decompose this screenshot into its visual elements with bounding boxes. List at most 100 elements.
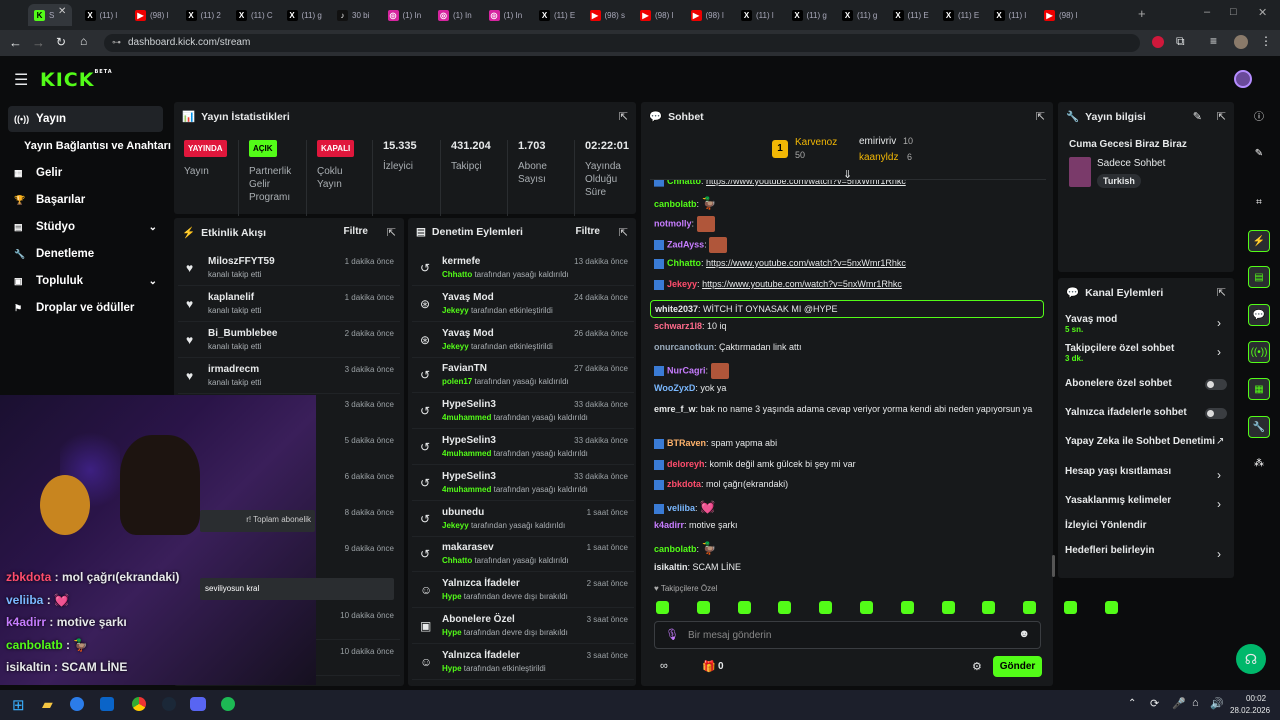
action-label[interactable]: Takipçilere özel sohbet: [1065, 343, 1174, 354]
file-explorer-icon[interactable]: ▰: [42, 696, 53, 713]
emote-icon[interactable]: [819, 601, 833, 614]
sidebar-item-4[interactable]: 🏆 Başarılar: [8, 187, 163, 213]
info-icon[interactable]: ⓘ: [1248, 107, 1270, 129]
mic-tray-icon[interactable]: 🎤: [1172, 697, 1186, 710]
broadcast-icon[interactable]: ((•)): [1248, 341, 1270, 363]
tab-close-icon[interactable]: ✕: [58, 6, 66, 17]
browser-tab[interactable]: ▶ (98) l: [129, 4, 177, 26]
address-input[interactable]: dashboard.kick.com/stream: [104, 34, 1140, 52]
spotify-icon[interactable]: [221, 697, 235, 711]
emote-icon[interactable]: [1064, 601, 1077, 614]
chrome-icon[interactable]: [132, 697, 146, 711]
layout-icon[interactable]: ▦: [1248, 378, 1270, 400]
chat-username[interactable]: canbolatb: [654, 544, 697, 554]
mic-icon[interactable]: 🎙: [665, 628, 679, 641]
chat-input[interactable]: 🎙 Bir mesaj gönderin ☻: [654, 621, 1041, 649]
browser-tab[interactable]: X (11) E: [533, 4, 581, 26]
action-label[interactable]: Yasaklanmış kelimeler: [1065, 495, 1171, 506]
emote-icon[interactable]: [656, 601, 669, 614]
sidebar-item-8[interactable]: ⚑ Droplar ve ödüller: [8, 295, 163, 321]
moderation-target[interactable]: Yavaş Mod: [442, 328, 494, 339]
browser-tab[interactable]: X (11) g: [836, 4, 884, 26]
emote-icon[interactable]: [982, 601, 996, 614]
browser-tab[interactable]: X (11) C: [230, 4, 278, 26]
shapes-icon[interactable]: ⁂: [1248, 453, 1270, 475]
action-label[interactable]: Yalnızca ifadelerle sohbet: [1065, 407, 1187, 418]
browser-tab[interactable]: ▶ (98) l: [634, 4, 682, 26]
activity-user[interactable]: MiloszFFYT59: [208, 256, 275, 267]
chat-username[interactable]: isikaltin: [654, 562, 688, 572]
activity-user[interactable]: kaplanelif: [208, 292, 254, 303]
toggle-switch[interactable]: [1205, 379, 1227, 390]
chat-scrollbar[interactable]: [1052, 555, 1055, 577]
notes-icon[interactable]: ▤: [1248, 266, 1270, 288]
popout-icon[interactable]: ⇱: [1036, 110, 1045, 123]
moderation-target[interactable]: ubunedu: [442, 507, 484, 518]
browser-tab[interactable]: X (11) g: [786, 4, 834, 26]
browser-tab[interactable]: X (11) 2: [180, 4, 228, 26]
sidebar-item-7[interactable]: ▣ Topluluk ⌄: [8, 268, 163, 294]
chat-username[interactable]: schwarz1l8: [654, 321, 702, 331]
chat-link[interactable]: https://www.youtube.com/watch?v=5nxWmr1R…: [706, 258, 906, 268]
browser-tab[interactable]: ◎ (1) In: [432, 4, 480, 26]
browser-tab[interactable]: X (11) l: [988, 4, 1036, 26]
new-tab-icon[interactable]: +: [1138, 6, 1146, 21]
scroll-down-arrow-icon[interactable]: ⇓: [843, 168, 852, 181]
chat-username[interactable]: BTRaven: [667, 438, 706, 448]
chat-icon[interactable]: 💬: [1248, 304, 1270, 326]
chevron-right-icon[interactable]: ›: [1217, 497, 1221, 511]
chat-username[interactable]: ZadAyss: [667, 239, 704, 249]
chat-link[interactable]: https://www.youtube.com/watch?v=5nxWmr1R…: [702, 279, 902, 289]
emote-icon[interactable]: [778, 601, 792, 614]
moderation-target[interactable]: HypeSelin3: [442, 471, 496, 482]
chat-username[interactable]: NurCagri: [667, 365, 706, 375]
chevron-right-icon[interactable]: ›: [1217, 468, 1221, 482]
popout-icon[interactable]: ⇱: [387, 226, 396, 239]
windows-start-icon[interactable]: ⊞: [12, 696, 25, 714]
activity-user[interactable]: Bi_Bumblebee: [208, 328, 277, 339]
site-info-icon[interactable]: ⊶: [112, 37, 121, 48]
moderation-target[interactable]: Yavaş Mod: [442, 292, 494, 303]
browser-tab[interactable]: ▶ (98) l: [685, 4, 733, 26]
moderation-target[interactable]: FavianTN: [442, 363, 487, 374]
action-label[interactable]: Hedefleri belirleyin: [1065, 545, 1154, 556]
chat-username[interactable]: emre_f_w: [654, 404, 696, 414]
steam-icon[interactable]: [162, 697, 176, 711]
chat-username[interactable]: white2037: [655, 304, 698, 314]
moderation-target[interactable]: HypeSelin3: [442, 399, 496, 410]
tray-chevron-icon[interactable]: ⌃: [1128, 698, 1136, 709]
wrench-icon[interactable]: 🔧: [1248, 416, 1270, 438]
chat-username[interactable]: k4adirr: [654, 520, 684, 530]
browser-tab[interactable]: ▶ (98) s: [584, 4, 632, 26]
chevron-right-icon[interactable]: ›: [1217, 316, 1221, 330]
discord-icon[interactable]: [190, 697, 206, 711]
maximize-icon[interactable]: □: [1230, 6, 1237, 18]
moderation-target[interactable]: Yalnızca İfadeler: [442, 578, 520, 589]
chat-username[interactable]: notmolly: [654, 218, 692, 228]
emote-icon[interactable]: [737, 601, 751, 614]
chat-username[interactable]: onurcanotkun: [654, 342, 714, 352]
browser-tab[interactable]: ◎ (1) In: [382, 4, 430, 26]
settings-gear-icon[interactable]: ⚙: [972, 660, 982, 673]
sync-icon[interactable]: ⟳: [1150, 697, 1159, 710]
action-label[interactable]: Yavaş mod: [1065, 314, 1117, 325]
moderation-target[interactable]: Yalnızca İfadeler: [442, 650, 520, 661]
moderation-target[interactable]: Abonelere Özel: [442, 614, 515, 625]
back-icon[interactable]: ←: [9, 35, 22, 50]
user-avatar[interactable]: [1234, 70, 1252, 88]
crop-icon[interactable]: ⌗: [1248, 192, 1270, 214]
action-label[interactable]: Abonelere özel sohbet: [1065, 378, 1172, 389]
kick-logo[interactable]: KICKBETA: [40, 69, 113, 91]
support-headset-icon[interactable]: ☊: [1236, 644, 1266, 674]
popout-icon[interactable]: ⇱: [619, 226, 628, 239]
browser-tab[interactable]: X (11) E: [937, 4, 985, 26]
browser-menu-icon[interactable]: ⋮: [1260, 34, 1272, 48]
action-label[interactable]: İzleyici Yönlendir: [1065, 520, 1147, 531]
sidebar-item-3[interactable]: ▦ Gelir: [8, 160, 163, 186]
chat-username[interactable]: canbolatb: [654, 199, 697, 209]
browser-tab[interactable]: X (11) l: [79, 4, 127, 26]
emote-icon[interactable]: [860, 601, 873, 614]
profile-avatar[interactable]: [1234, 35, 1248, 49]
browser-tab[interactable]: X (11) E: [887, 4, 935, 26]
sidebar-item-1[interactable]: ((•)) Yayın: [8, 106, 163, 132]
